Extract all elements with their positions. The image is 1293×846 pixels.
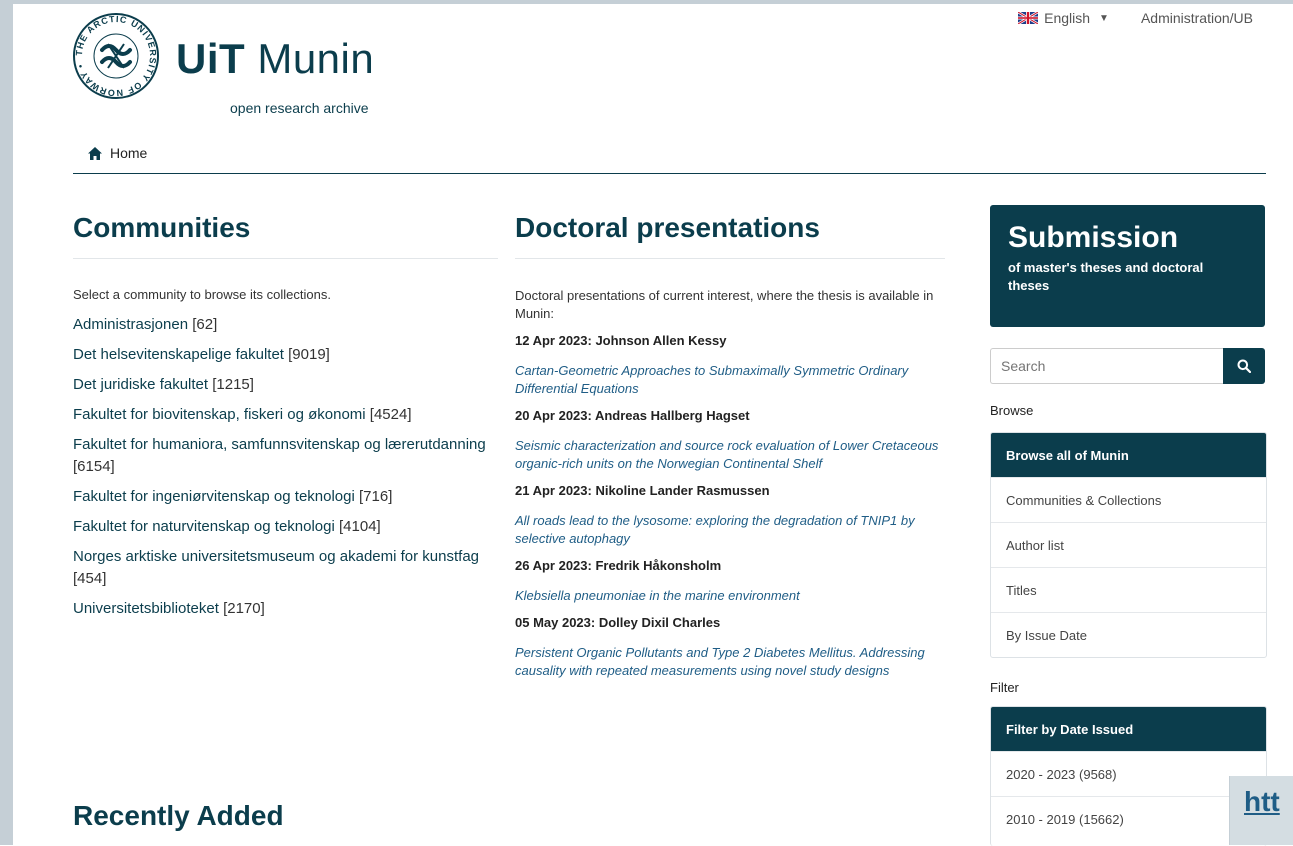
doctoral-item: 05 May 2023: Dolley Dixil Charles Persis…: [515, 615, 945, 680]
community-link[interactable]: Det juridiske fakultet: [73, 376, 208, 393]
community-item[interactable]: Det helsevitenskapelige fakultet [9019]: [73, 344, 498, 366]
community-item[interactable]: Universitetsbiblioteket [2170]: [73, 598, 498, 620]
search-icon: [1237, 359, 1251, 373]
doctoral-date: 12 Apr 2023: Johnson Allen Kessy: [515, 333, 727, 348]
university-seal-icon[interactable]: THE ARCTIC UNIVERSITY OF NORWAY • UiT •: [72, 12, 160, 100]
browse-item[interactable]: Titles: [991, 567, 1266, 612]
community-item[interactable]: Fakultet for naturvitenskap og teknologi…: [73, 516, 498, 538]
search-box: [990, 348, 1265, 384]
submission-title: Submission: [1008, 221, 1179, 254]
caret-down-icon: ▼: [1099, 12, 1109, 24]
doctoral-date: 20 Apr 2023: Andreas Hallberg Hagset: [515, 408, 750, 423]
filter-panel: Filter by Date Issued 2020 - 2023 (9568)…: [990, 706, 1267, 846]
community-list: Administrasjonen [62] Det helsevitenskap…: [73, 314, 498, 620]
overlay-url-link[interactable]: htt: [1229, 776, 1293, 845]
browse-item[interactable]: Author list: [991, 522, 1266, 567]
community-count: [6154]: [73, 458, 115, 475]
browse-all-link[interactable]: Browse all of Munin: [991, 433, 1266, 477]
recently-added-title: Recently Added: [73, 800, 284, 831]
community-link[interactable]: Fakultet for naturvitenskap og teknologi: [73, 518, 335, 535]
logo-subtitle: open research archive: [230, 100, 369, 116]
doctoral-intro: Doctoral presentations of current intere…: [515, 288, 934, 321]
doctoral-thesis-link[interactable]: Klebsiella pneumoniae in the marine envi…: [515, 587, 945, 605]
logo-brand: UiT: [176, 35, 246, 82]
admin-link[interactable]: Administration/UB: [1141, 10, 1253, 26]
community-item[interactable]: Fakultet for humaniora, samfunnsvitenska…: [73, 434, 498, 478]
filter-item[interactable]: 2010 - 2019 (15662): [991, 796, 1266, 841]
community-count: [1215]: [212, 376, 254, 393]
doctoral-thesis-link[interactable]: All roads lead to the lysosome: explorin…: [515, 512, 945, 548]
logo-name: Munin: [257, 35, 375, 82]
window-top-edge: [0, 0, 1293, 4]
doctoral-item: 20 Apr 2023: Andreas Hallberg Hagset Sei…: [515, 408, 945, 473]
communities-section: Communities Select a community to browse…: [73, 212, 498, 628]
submission-description: of master's theses and doctoral theses: [1008, 260, 1204, 293]
breadcrumb: Home: [88, 145, 147, 161]
doctoral-thesis-link[interactable]: Cartan-Geometric Approaches to Submaxima…: [515, 362, 945, 398]
community-count: [716]: [359, 488, 393, 505]
communities-intro: Select a community to browse its collect…: [73, 287, 331, 302]
community-item[interactable]: Administrasjonen [62]: [73, 314, 498, 336]
site-logo-title[interactable]: UiT Munin: [176, 38, 374, 80]
browse-item[interactable]: Communities & Collections: [991, 477, 1266, 522]
doctoral-item: 12 Apr 2023: Johnson Allen Kessy Cartan-…: [515, 333, 945, 398]
doctoral-title: Doctoral presentations: [515, 212, 820, 243]
home-icon[interactable]: [88, 146, 102, 160]
community-count: [4524]: [369, 406, 412, 423]
communities-title: Communities: [73, 212, 251, 243]
community-item[interactable]: Det juridiske fakultet [1215]: [73, 374, 498, 396]
doctoral-section: Doctoral presentations Doctoral presenta…: [515, 212, 945, 680]
doctoral-item: 26 Apr 2023: Fredrik Håkonsholm Klebsiel…: [515, 558, 945, 605]
community-link[interactable]: Det helsevitenskapelige fakultet: [73, 346, 284, 363]
community-link[interactable]: Norges arktiske universitetsmuseum og ak…: [73, 548, 479, 565]
language-selector[interactable]: English ▼: [1018, 10, 1109, 26]
doctoral-thesis-link[interactable]: Persistent Organic Pollutants and Type 2…: [515, 644, 945, 680]
community-link[interactable]: Administrasjonen: [73, 316, 188, 333]
top-links: English ▼ Administration/UB: [1018, 10, 1253, 26]
language-label: English: [1044, 10, 1091, 26]
community-link[interactable]: Fakultet for humaniora, samfunnsvitenska…: [73, 436, 486, 453]
browse-item[interactable]: By Issue Date: [991, 612, 1266, 657]
community-link[interactable]: Universitetsbiblioteket: [73, 600, 219, 617]
community-count: [4104]: [339, 518, 381, 535]
doctoral-date: 26 Apr 2023: Fredrik Håkonsholm: [515, 558, 722, 573]
community-count: [9019]: [288, 346, 330, 363]
filter-item[interactable]: 2020 - 2023 (9568): [991, 751, 1266, 796]
community-link[interactable]: Fakultet for ingeniørvitenskap og teknol…: [73, 488, 355, 505]
doctoral-item: 21 Apr 2023: Nikoline Lander Rasmussen A…: [515, 483, 945, 548]
filter-label: Filter: [990, 680, 1019, 695]
community-count: [454]: [73, 570, 107, 587]
community-item[interactable]: Norges arktiske universitetsmuseum og ak…: [73, 546, 498, 590]
section-divider: [515, 258, 945, 259]
filter-date-issued-head[interactable]: Filter by Date Issued: [991, 707, 1266, 751]
search-button[interactable]: [1223, 348, 1265, 384]
window-left-edge: [0, 0, 13, 845]
search-input[interactable]: [990, 348, 1223, 384]
community-item[interactable]: Fakultet for biovitenskap, fiskeri og øk…: [73, 404, 498, 426]
submission-banner[interactable]: Submission of master's theses and doctor…: [990, 205, 1265, 327]
section-divider: [73, 258, 498, 259]
breadcrumb-home[interactable]: Home: [110, 145, 147, 161]
doctoral-date: 21 Apr 2023: Nikoline Lander Rasmussen: [515, 483, 770, 498]
doctoral-date: 05 May 2023: Dolley Dixil Charles: [515, 615, 721, 630]
community-count: [2170]: [223, 600, 265, 617]
doctoral-thesis-link[interactable]: Seismic characterization and source rock…: [515, 437, 945, 473]
browse-panel: Browse all of Munin Communities & Collec…: [990, 432, 1267, 658]
community-link[interactable]: Fakultet for biovitenskap, fiskeri og øk…: [73, 406, 366, 423]
community-item[interactable]: Fakultet for ingeniørvitenskap og teknol…: [73, 486, 498, 508]
uk-flag-icon: [1018, 12, 1039, 24]
header-divider: [73, 173, 1266, 174]
browse-label: Browse: [990, 403, 1034, 418]
community-count: [62]: [192, 316, 218, 333]
